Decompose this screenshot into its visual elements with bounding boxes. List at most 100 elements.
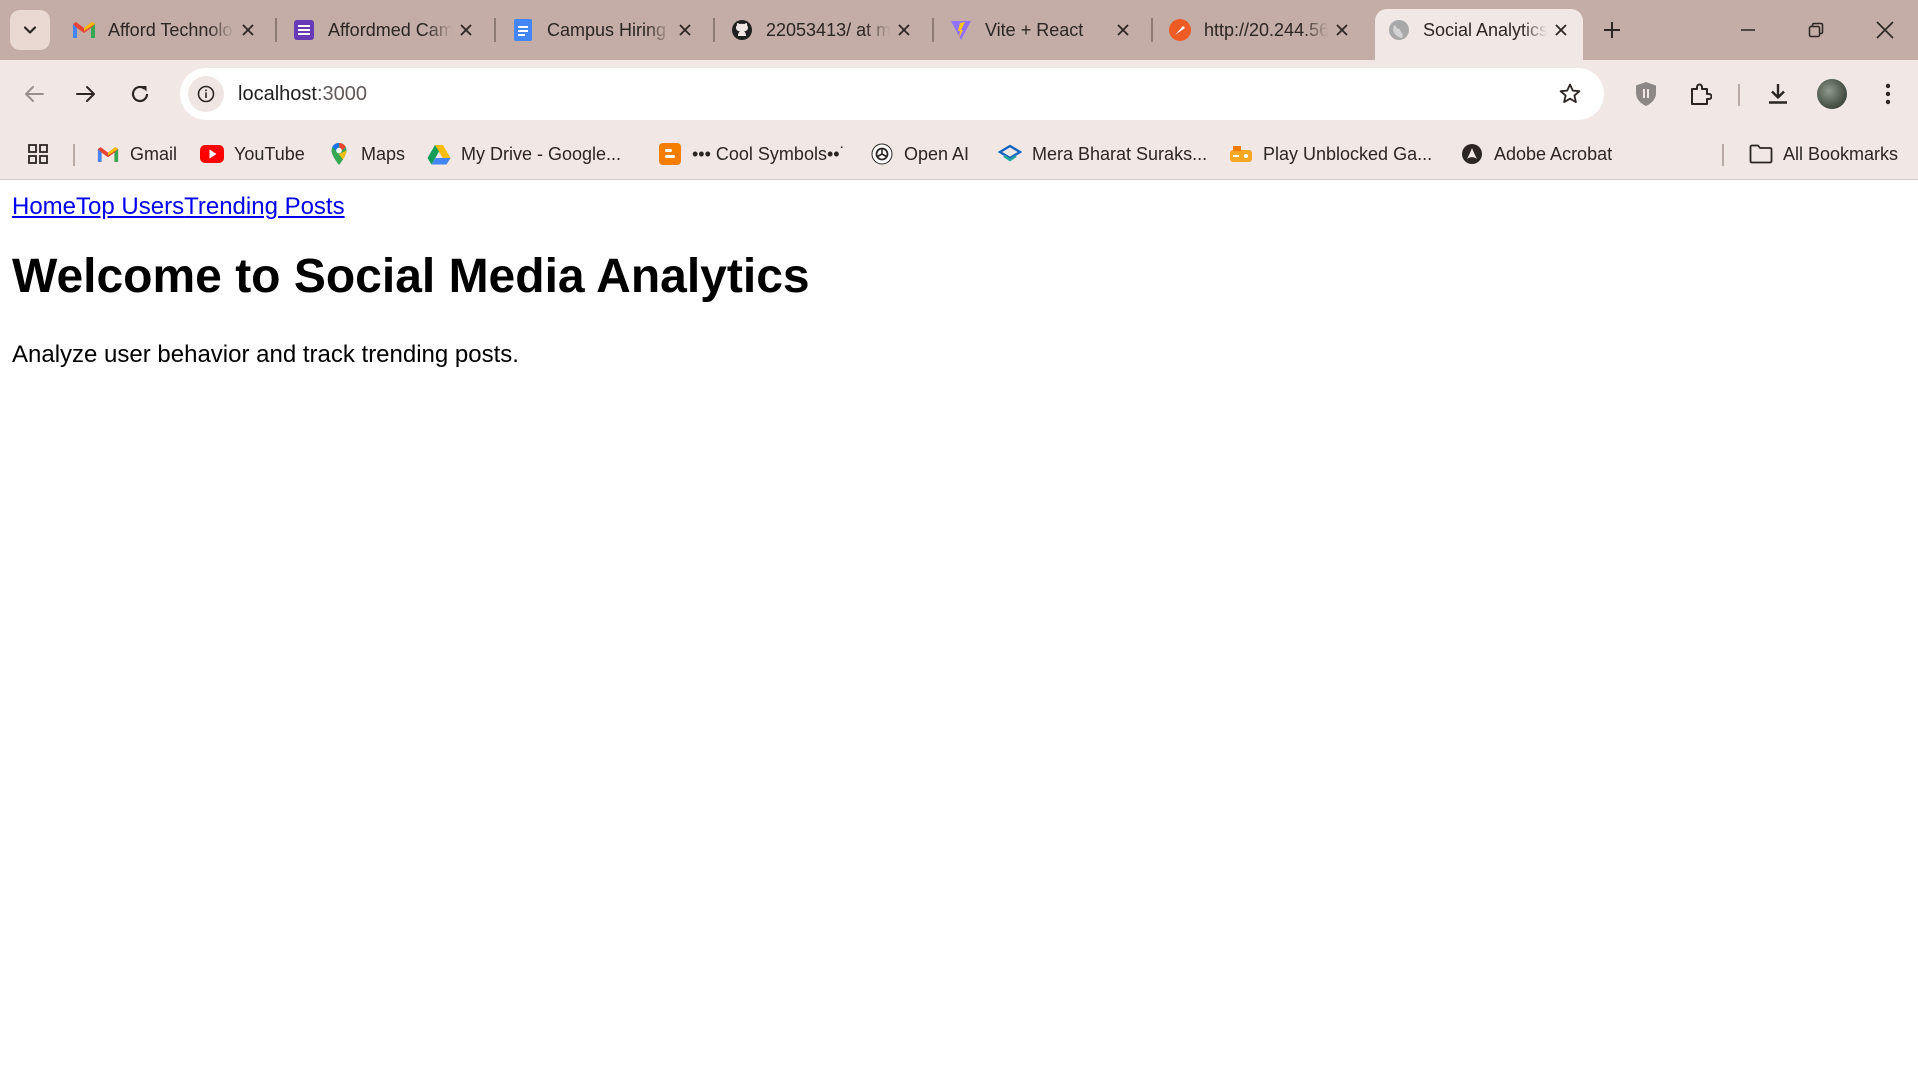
gmail-icon [72,18,96,42]
bookmark-star-icon[interactable] [1556,80,1584,108]
tab-strip: Afford Technologies Affordmed Campus Cam… [0,0,1918,60]
folder-icon [1749,142,1773,166]
globe-icon [1387,18,1411,42]
browser-toolbar: localhost:3000 [0,60,1918,128]
tab-title: Afford Technologies [108,19,234,40]
mera-bharat-icon [998,142,1022,166]
nav-link-top-users[interactable]: Top Users [76,193,184,220]
bookmark-label: My Drive - Google... [461,143,622,164]
arrow-left-icon [25,86,44,102]
apps-grid-icon [26,142,50,166]
bookmarks-separator [1722,144,1724,166]
nav-link-trending-posts[interactable]: Trending Posts [184,193,345,220]
plus-icon [1604,22,1620,38]
page-content: HomeTop UsersTrending Posts Welcome to S… [0,181,1918,1078]
bookmark-mera-bharat[interactable]: Mera Bharat Suraks... [998,138,1207,170]
tab-social-analytics[interactable]: Social Analytics [1375,9,1583,60]
forward-button[interactable] [64,72,108,116]
bookmark-my-drive[interactable]: My Drive - Google... [427,138,621,170]
vite-icon [949,18,973,42]
new-tab-button[interactable] [1596,14,1628,46]
drive-icon [427,142,451,166]
bookmark-youtube[interactable]: YouTube [200,138,305,170]
close-icon[interactable] [1109,16,1137,44]
games-icon [1229,142,1253,166]
tab-separator [494,18,496,42]
restore-icon [1808,22,1824,38]
tab-github[interactable]: 22053413/ at main [718,9,926,51]
page-description: Analyze user behavior and track trending… [12,341,519,368]
tab-vite-react[interactable]: Vite + React [937,9,1145,51]
nav-link-home[interactable]: Home [12,193,76,220]
blogger-icon [658,142,682,166]
all-bookmarks-label: All Bookmarks [1783,143,1899,164]
close-icon[interactable] [452,16,480,44]
acrobat-icon [1460,142,1484,166]
bookmark-label: Gmail [130,143,178,164]
tab-title: 22053413/ at main [766,19,890,40]
url-text: localhost:3000 [238,83,367,106]
close-window-button[interactable] [1863,10,1907,50]
github-icon [730,18,754,42]
tab-title: Vite + React [985,19,1084,40]
bookmark-open-ai[interactable]: Open AI [870,138,969,170]
bookmark-label: Adobe Acrobat [1494,143,1613,164]
chevron-down-icon [23,26,37,34]
arrow-right-icon [76,86,95,102]
bookmark-play-unblocked-games[interactable]: Play Unblocked Ga... [1229,138,1432,170]
bookmark-gmail[interactable]: Gmail [96,138,177,170]
tab-search-button[interactable] [10,10,50,50]
toolbar-separator [1738,84,1740,106]
bookmark-label: ••• Cool Symbols••˙ [692,143,846,164]
restore-button[interactable] [1794,10,1838,50]
bookmark-cool-symbols[interactable]: ••• Cool Symbols••˙ [658,138,846,170]
close-icon[interactable] [1547,16,1575,44]
bookmark-maps[interactable]: Maps [327,138,405,170]
page-title: Welcome to Social Media Analytics [12,250,810,303]
close-icon [1876,21,1894,39]
url-host: localhost [238,82,317,105]
maps-icon [327,142,351,166]
address-bar[interactable]: localhost:3000 [180,68,1604,120]
close-icon[interactable] [890,16,918,44]
bookmark-label: Open AI [904,143,970,164]
youtube-icon [200,142,224,166]
tab-separator [1151,18,1153,42]
tab-title: http://20.244.56.144 [1204,19,1328,40]
extensions-puzzle-icon[interactable] [1680,74,1720,114]
avatar [1817,79,1847,109]
docs-icon [511,18,535,42]
bookmark-label: Maps [361,143,406,164]
tab-title: Campus Hiring [547,19,667,40]
shield-extension-icon[interactable] [1626,74,1666,114]
forms-icon [292,18,316,42]
minimize-icon [1741,29,1755,31]
reload-button[interactable] [118,72,162,116]
profile-avatar[interactable] [1812,74,1852,114]
bookmark-adobe-acrobat[interactable]: Adobe Acrobat [1460,138,1612,170]
gmail-icon [96,142,120,166]
reload-icon [131,85,149,103]
tab-separator [932,18,934,42]
close-icon[interactable] [1328,16,1356,44]
apps-button[interactable] [26,138,60,170]
back-button[interactable] [12,72,56,116]
close-icon[interactable] [671,16,699,44]
tab-campus-hiring[interactable]: Campus Hiring [499,9,707,51]
tab-afford-technologies[interactable]: Afford Technologies [60,9,270,51]
bookmarks-bar: Gmail YouTube Maps My Drive - Google... … [0,128,1918,180]
more-menu-icon[interactable] [1868,74,1908,114]
bookmarks-separator [73,144,75,166]
minimize-button[interactable] [1726,10,1770,50]
tab-http-address[interactable]: http://20.244.56.144 [1156,9,1364,51]
openai-icon [870,142,894,166]
all-bookmarks-button[interactable]: All Bookmarks [1749,138,1898,170]
bookmark-label: Play Unblocked Ga... [1263,143,1433,164]
close-icon[interactable] [234,16,262,44]
downloads-icon[interactable] [1758,74,1798,114]
site-info-icon[interactable] [188,76,224,112]
tab-separator [713,18,715,42]
bookmark-label: YouTube [234,143,305,164]
postman-icon [1168,18,1192,42]
tab-affordmed-campus[interactable]: Affordmed Campus [280,9,488,51]
